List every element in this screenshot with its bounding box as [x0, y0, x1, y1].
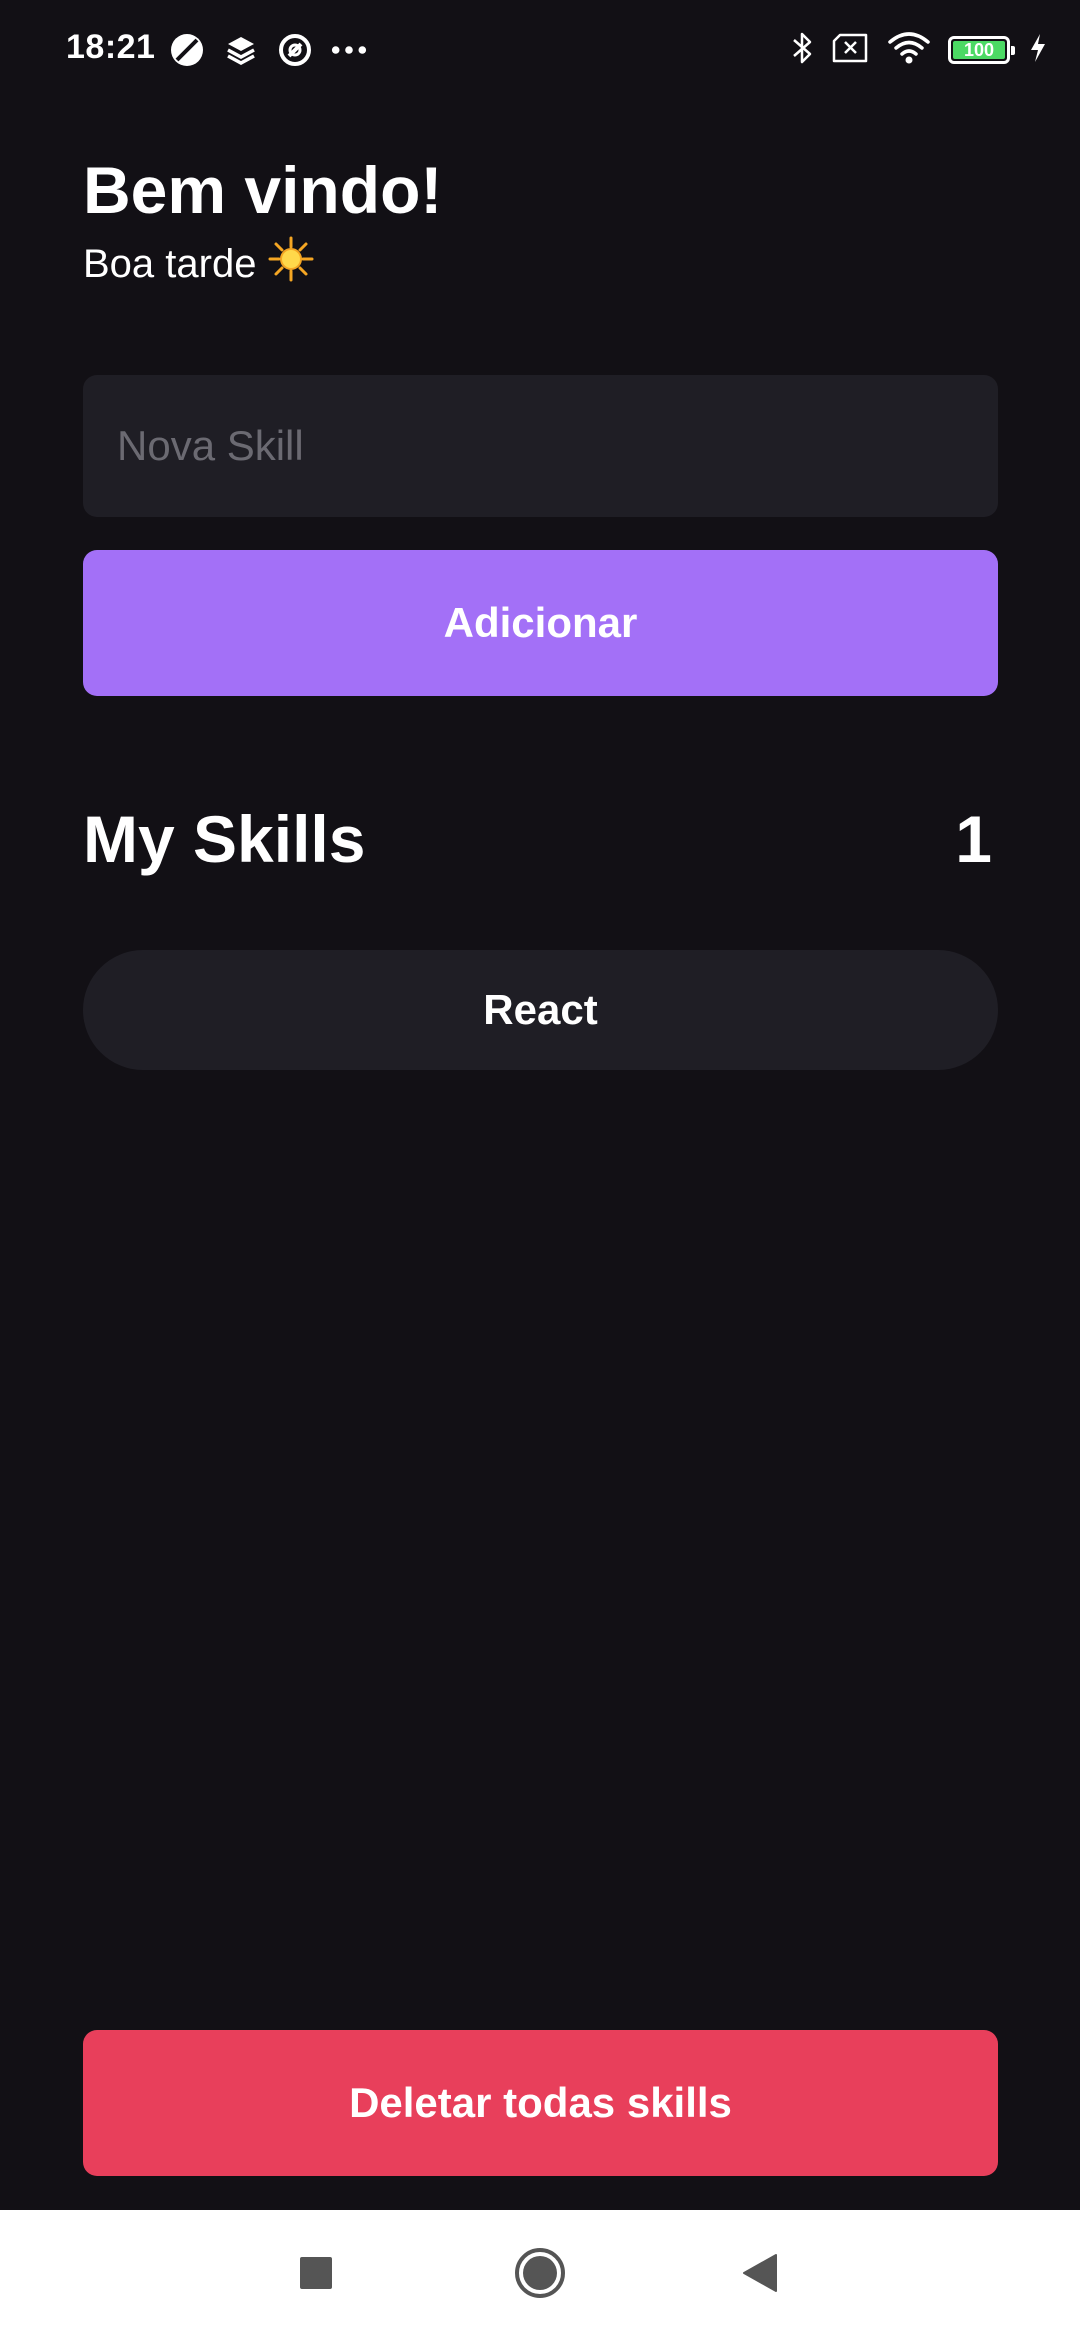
greeting-title: Bem vindo! — [83, 153, 443, 227]
greeting-subtitle-text: Boa tarde — [83, 241, 257, 286]
back-triangle-icon — [742, 2253, 778, 2298]
layers-icon — [222, 31, 260, 69]
status-time: 18:21 — [66, 28, 156, 66]
new-skill-input[interactable] — [83, 375, 998, 517]
charging-bolt-icon — [1028, 32, 1048, 69]
at-sign-icon — [276, 31, 314, 69]
no-sim-icon — [832, 33, 870, 68]
app-screen: 18:21 100 Bem vindo! Boa tarde Nova Skil… — [0, 0, 1080, 2340]
home-button[interactable] — [480, 2210, 600, 2340]
status-bar: 18:21 100 — [0, 0, 1080, 100]
sun-icon — [268, 236, 314, 292]
recents-square-icon — [299, 2256, 333, 2295]
battery-icon: 100 — [948, 36, 1015, 64]
add-skill-button[interactable]: Adicionar — [83, 550, 998, 696]
skill-card[interactable]: React — [83, 950, 998, 1070]
more-dots-icon — [330, 31, 368, 69]
wifi-icon — [888, 31, 930, 69]
status-left-icons — [168, 30, 368, 70]
greeting-subtitle: Boa tarde — [83, 236, 314, 292]
recents-button[interactable] — [256, 2210, 376, 2340]
battery-level: 100 — [963, 40, 995, 60]
compass-icon — [168, 31, 206, 69]
skills-count: 1 — [955, 802, 992, 876]
back-button[interactable] — [700, 2210, 820, 2340]
home-circle-icon — [513, 2246, 567, 2305]
delete-all-skills-button[interactable]: Deletar todas skills — [83, 2030, 998, 2176]
skills-title: My Skills — [83, 802, 366, 876]
status-right-icons: 100 — [790, 28, 1048, 72]
navigation-bar — [0, 2210, 1080, 2340]
bluetooth-icon — [790, 30, 814, 71]
